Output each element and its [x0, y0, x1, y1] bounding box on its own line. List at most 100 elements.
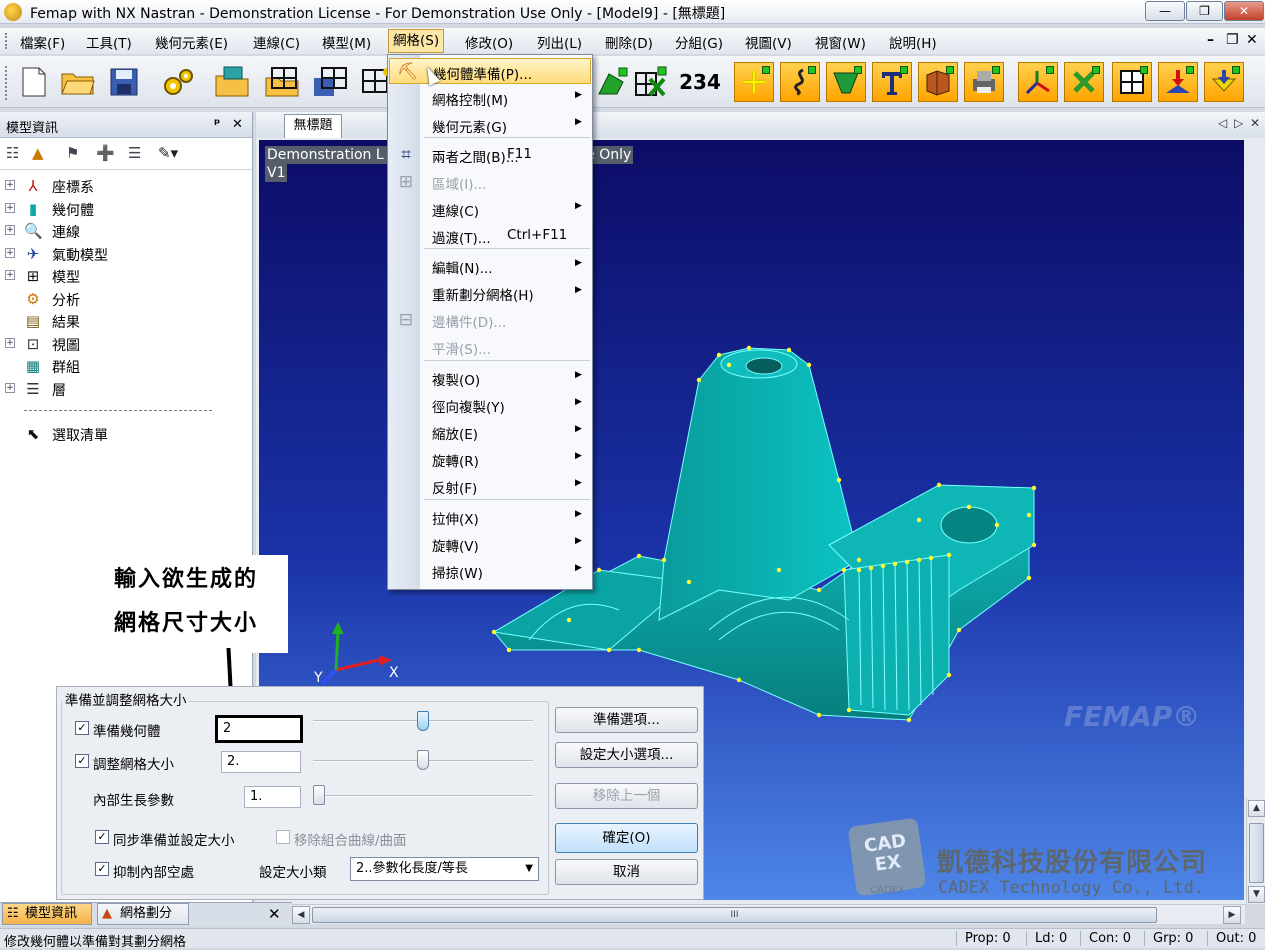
minimize-button[interactable]: —: [1145, 1, 1185, 21]
growth-slider-thumb[interactable]: [313, 785, 325, 805]
mesh-menu-item[interactable]: 縮放(E) ▶: [389, 419, 591, 445]
sync-checkbox[interactable]: ✓: [95, 830, 109, 844]
tree-item-geometry[interactable]: + ▮ 幾何體: [0, 198, 253, 221]
tree-add-icon[interactable]: ➕: [96, 144, 115, 162]
load-icon[interactable]: [1158, 62, 1198, 102]
gears-icon[interactable]: [158, 62, 198, 102]
scroll-up-icon[interactable]: ▲: [1248, 800, 1265, 817]
menu-modify[interactable]: 修改(O): [465, 32, 513, 52]
expand-icon[interactable]: +: [5, 382, 15, 393]
growth-slider[interactable]: [313, 795, 533, 797]
menu-geometry[interactable]: 幾何元素(E): [155, 32, 228, 52]
size-mesh-slider-thumb[interactable]: [417, 750, 429, 770]
menubar-grip[interactable]: [5, 33, 8, 49]
tab-scroll-left-icon[interactable]: ◁: [1218, 116, 1227, 130]
mesh-save-icon[interactable]: [310, 62, 350, 102]
add-point-icon[interactable]: [734, 62, 774, 102]
growth-input[interactable]: 1.: [244, 786, 301, 808]
menu-list[interactable]: 列出(L): [537, 32, 582, 52]
scroll-right-icon[interactable]: ▶: [1223, 906, 1241, 924]
mesh-menu-item[interactable]: 拉伸(X) ▶: [389, 504, 591, 530]
mesh-menu-item[interactable]: 幾何元素(G) ▶: [389, 112, 591, 138]
tab-meshing[interactable]: ▲ 網格劃分: [97, 903, 189, 925]
close-window-button[interactable]: ✕: [1224, 1, 1264, 21]
prep-geometry-slider-thumb[interactable]: [417, 711, 429, 731]
menu-group[interactable]: 分組(G): [675, 32, 723, 52]
printer-icon[interactable]: [964, 62, 1004, 102]
solid-icon[interactable]: [918, 62, 958, 102]
menu-tools[interactable]: 工具(T): [86, 32, 132, 52]
size-mesh-checkbox[interactable]: ✓: [75, 754, 89, 768]
tree-folder-icon[interactable]: ▲: [32, 144, 44, 162]
vertical-scroll-thumb[interactable]: [1249, 823, 1264, 883]
delete-icon[interactable]: [1064, 62, 1104, 102]
tree-item-coordinate-systems[interactable]: + ⅄ 座標系: [0, 175, 253, 198]
expand-icon[interactable]: +: [5, 270, 15, 280]
suppress-voids-checkbox[interactable]: ✓: [95, 862, 109, 876]
constraint-icon[interactable]: [1204, 62, 1244, 102]
tree-item-connections[interactable]: + 🔍 連線: [0, 220, 253, 243]
menu-mesh[interactable]: 網格(S): [388, 29, 445, 53]
save-icon[interactable]: [104, 62, 144, 102]
mesh-folder-icon[interactable]: [262, 62, 302, 102]
mesh-menu-item[interactable]: 反射(F) ▶: [389, 473, 591, 499]
toolbar-grip[interactable]: [5, 66, 8, 100]
prep-geometry-checkbox[interactable]: ✓: [75, 721, 89, 735]
mesh-menu-item[interactable]: 重新劃分網格(H) ▶: [389, 280, 591, 306]
mesh-menu-item[interactable]: ⌗ 兩者之間(B)... F11: [389, 142, 591, 168]
horizontal-scroll-thumb[interactable]: III: [312, 907, 1157, 923]
mesh-menu-item[interactable]: 徑向複製(Y) ▶: [389, 392, 591, 418]
mesh-menu-item[interactable]: 連線(C) ▶: [389, 196, 591, 222]
tree-item-analysis[interactable]: ⚙ 分析: [0, 288, 253, 311]
mesh-menu-item[interactable]: 旋轉(R) ▶: [389, 446, 591, 472]
menu-view[interactable]: 視圖(V): [745, 32, 792, 52]
prep-geometry-input[interactable]: 2: [215, 715, 303, 743]
mesh-menu-item[interactable]: ⛏ 幾何體準備(P)...: [389, 58, 591, 84]
mdi-minimize-button[interactable]: –: [1207, 32, 1214, 48]
tree-item-aero-model[interactable]: + ✈ 氣動模型: [0, 243, 253, 266]
menu-window[interactable]: 視窗(W): [815, 32, 866, 52]
open-folder-icon[interactable]: [58, 62, 98, 102]
tree-color-icon[interactable]: ✎▾: [158, 144, 178, 162]
vertical-scrollbar[interactable]: ▲ ▼: [1246, 798, 1265, 904]
tree-item-groups[interactable]: ▦ 群組: [0, 355, 253, 378]
mesh-menu-item[interactable]: 複製(O) ▶: [389, 365, 591, 391]
tree-item-results[interactable]: ▤ 結果: [0, 310, 253, 333]
tree-item-selection-list[interactable]: ⬉ 選取清單: [0, 423, 253, 446]
element-grid-icon[interactable]: [1112, 62, 1152, 102]
expand-icon[interactable]: +: [5, 225, 15, 235]
pin-icon[interactable]: ᵖ: [214, 117, 220, 132]
menu-model[interactable]: 模型(M): [322, 32, 371, 52]
menu-connect[interactable]: 連線(C): [253, 32, 300, 52]
renumber-button[interactable]: 234: [679, 62, 721, 102]
open-model-icon[interactable]: [212, 62, 252, 102]
horizontal-scrollbar[interactable]: ◀ III ▶: [290, 904, 1245, 924]
tree-list-icon[interactable]: ☰: [128, 144, 141, 162]
tree-item-views[interactable]: + ⊡ 視圖: [0, 333, 253, 356]
surface-icon[interactable]: [826, 62, 866, 102]
tree-options-icon[interactable]: ☷: [6, 144, 19, 162]
expand-icon[interactable]: +: [5, 180, 15, 190]
size-options-button[interactable]: 設定大小選項...: [555, 742, 698, 768]
menu-help[interactable]: 說明(H): [889, 32, 937, 52]
text-icon[interactable]: [872, 62, 912, 102]
size-mesh-input[interactable]: 2.: [221, 751, 301, 773]
remove-combined-checkbox[interactable]: [276, 830, 290, 844]
tab-model-info[interactable]: ☷ 模型資訊: [2, 903, 92, 925]
sizing-type-select[interactable]: 2..參數化長度/等長 ▼: [350, 857, 539, 881]
scroll-left-icon[interactable]: ◀: [292, 906, 310, 924]
remove-last-button[interactable]: 移除上一個: [555, 783, 698, 809]
tab-untitled[interactable]: 無標題: [284, 114, 342, 138]
mesh-solid-icon[interactable]: [592, 62, 632, 102]
curve-icon[interactable]: [780, 62, 820, 102]
mdi-restore-button[interactable]: ❐: [1226, 32, 1239, 48]
mesh-menu-item[interactable]: 過渡(T)... Ctrl+F11: [389, 223, 591, 249]
tab-close-icon[interactable]: ✕: [1250, 116, 1260, 130]
delete-mesh-icon[interactable]: [630, 62, 670, 102]
mesh-menu-item[interactable]: 網格控制(M) ▶: [389, 85, 591, 111]
ok-button[interactable]: 確定(O): [555, 823, 698, 853]
mesh-menu-item[interactable]: 掃掠(W) ▶: [389, 558, 591, 584]
scroll-down-icon[interactable]: ▼: [1248, 886, 1265, 903]
menu-delete[interactable]: 刪除(D): [605, 32, 653, 52]
panel-close-icon[interactable]: ✕: [232, 117, 243, 132]
